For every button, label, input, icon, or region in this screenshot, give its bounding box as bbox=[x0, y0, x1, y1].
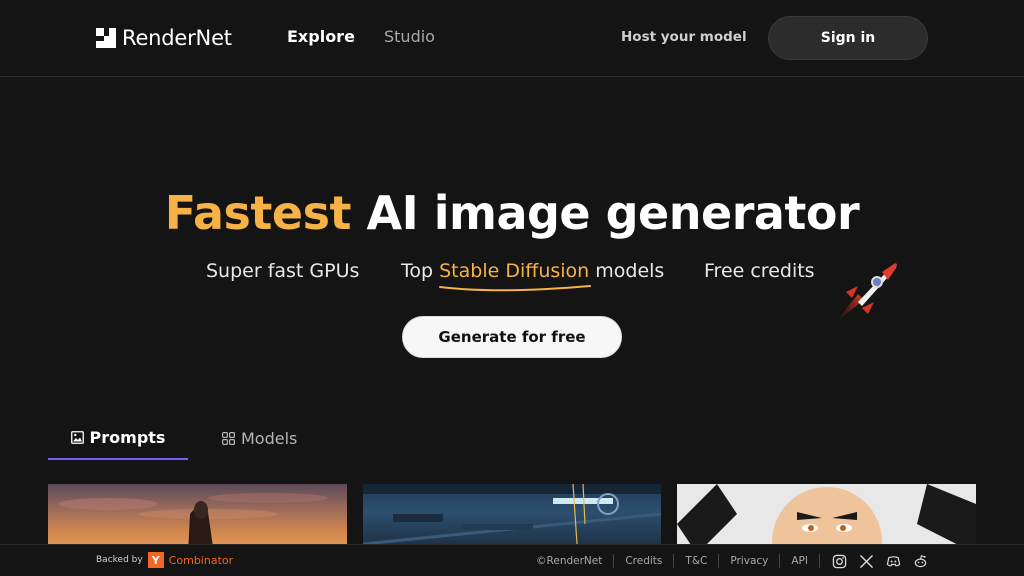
rendernet-logo-icon bbox=[96, 28, 116, 48]
footer-link-api[interactable]: API bbox=[780, 554, 820, 568]
nav-explore[interactable]: Explore bbox=[287, 27, 355, 46]
footer-links: ©RenderNet Credits T&C Privacy API bbox=[536, 545, 928, 576]
yc-logo-icon: Y bbox=[147, 552, 164, 568]
x-icon[interactable] bbox=[859, 554, 874, 569]
tab-models-label: Models bbox=[241, 428, 298, 448]
hero-title: Fastest AI image generator bbox=[0, 186, 1024, 240]
tab-prompts-label: Prompts bbox=[89, 427, 166, 447]
footer-link-privacy[interactable]: Privacy bbox=[719, 554, 781, 568]
footer-link-credits[interactable]: Credits bbox=[614, 554, 675, 568]
yc-name: Combinator bbox=[168, 553, 234, 567]
generate-for-free-button[interactable]: Generate for free bbox=[402, 316, 622, 358]
hero-title-accent: Fastest bbox=[164, 186, 352, 240]
hero-title-rest: AI image generator bbox=[351, 186, 860, 240]
feature-stable-diffusion: Top Stable Diffusion models bbox=[401, 260, 664, 282]
footer-copyright: ©RenderNet bbox=[536, 554, 615, 568]
instagram-icon[interactable] bbox=[832, 554, 847, 569]
highlight-underline bbox=[439, 285, 591, 292]
feature-fast-gpus: Super fast GPUs bbox=[206, 260, 360, 282]
social-links bbox=[820, 554, 928, 569]
host-your-model-link[interactable]: Host your model bbox=[621, 29, 747, 45]
feature-suffix: models bbox=[589, 260, 665, 282]
brand-logo[interactable]: RenderNet bbox=[96, 26, 232, 50]
backed-by-label: Backed by bbox=[96, 555, 143, 565]
image-icon bbox=[70, 430, 84, 444]
tab-prompts[interactable]: Prompts bbox=[48, 416, 188, 460]
top-nav-bar: RenderNet Explore Studio Host your model… bbox=[0, 0, 1024, 77]
backed-by-yc[interactable]: Backed by Y Combinator bbox=[96, 552, 233, 568]
brand-name: RenderNet bbox=[122, 26, 232, 50]
tab-models[interactable]: Models bbox=[222, 416, 297, 460]
sign-in-button[interactable]: Sign in bbox=[768, 16, 928, 60]
feature-free-credits: Free credits bbox=[704, 260, 815, 282]
discord-icon[interactable] bbox=[886, 554, 901, 569]
rocket-icon bbox=[836, 263, 897, 322]
grid-icon bbox=[222, 431, 235, 445]
footer-bar: Backed by Y Combinator ©RenderNet Credit… bbox=[0, 544, 1024, 576]
reddit-icon[interactable] bbox=[913, 554, 928, 569]
feature-highlight: Stable Diffusion bbox=[439, 260, 590, 282]
content-tabs: Prompts Models bbox=[48, 416, 348, 460]
feature-prefix: Top bbox=[401, 260, 440, 282]
nav-studio[interactable]: Studio bbox=[384, 27, 435, 46]
footer-link-tc[interactable]: T&C bbox=[674, 554, 720, 568]
